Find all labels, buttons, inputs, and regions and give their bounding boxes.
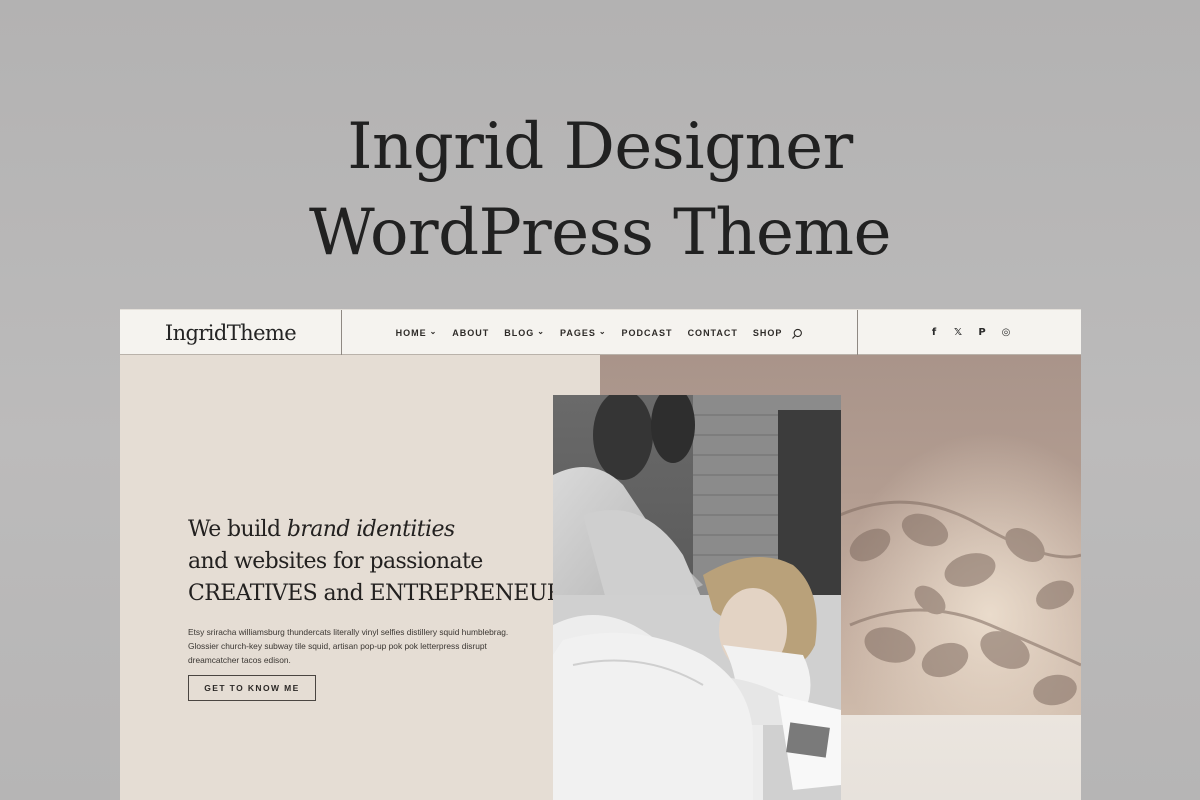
hero-headline-emphasis: brand identities bbox=[286, 517, 455, 542]
promo-title: Ingrid Designer WordPress Theme bbox=[0, 104, 1200, 276]
chevron-down-icon: ⌄ bbox=[537, 327, 545, 336]
logo-cell: IngridTheme bbox=[120, 310, 342, 355]
site-logo[interactable]: IngridTheme bbox=[165, 321, 297, 345]
social-links: f 𝕏 P ◎ bbox=[859, 310, 1081, 355]
nav-item-shop[interactable]: SHOP bbox=[753, 328, 783, 338]
hero-headline: We build brand identities and websites f… bbox=[188, 514, 578, 610]
chevron-down-icon: ⌄ bbox=[429, 327, 438, 336]
leaf-shadow-graphic bbox=[839, 500, 1081, 706]
nav-item-label: SHOP bbox=[752, 327, 783, 338]
hero-body-text: Etsy sriracha williamsburg thundercats l… bbox=[188, 627, 509, 665]
nav-item-podcast[interactable]: PODCAST bbox=[622, 328, 673, 338]
hero-headline-line-3: CREATIVES and ENTREPRENEURS bbox=[188, 581, 578, 606]
theme-preview-window: IngridTheme HOME ⌄ ABOUT BLOG ⌄ PAGES ⌄ … bbox=[120, 309, 1081, 800]
nav-item-about[interactable]: ABOUT bbox=[452, 328, 489, 338]
floor-area bbox=[840, 715, 1081, 800]
nav-item-label: PAGES bbox=[560, 327, 596, 338]
promo-title-line-1: Ingrid Designer bbox=[347, 110, 853, 184]
search-icon-graphic bbox=[792, 328, 803, 339]
hero-photo bbox=[553, 395, 841, 800]
search-icon[interactable] bbox=[791, 327, 803, 339]
chevron-down-icon: ⌄ bbox=[598, 327, 607, 336]
hero-headline-line-2: and websites for passionate bbox=[188, 549, 483, 574]
nav-item-home[interactable]: HOME ⌄ bbox=[395, 327, 438, 338]
nav-item-blog[interactable]: BLOG ⌄ bbox=[504, 327, 545, 338]
nav-item-label: CONTACT bbox=[687, 327, 738, 338]
woman-reading-photo-graphic bbox=[553, 395, 841, 800]
pinterest-icon[interactable]: P bbox=[977, 327, 987, 338]
x-icon[interactable]: 𝕏 bbox=[953, 327, 963, 338]
nav-item-pages[interactable]: PAGES ⌄ bbox=[560, 327, 607, 338]
nav-item-label: BLOG bbox=[504, 327, 535, 338]
site-header: IngridTheme HOME ⌄ ABOUT BLOG ⌄ PAGES ⌄ … bbox=[120, 309, 1081, 355]
nav-item-label: HOME bbox=[395, 327, 427, 338]
hero-headline-line-1: We build brand identities bbox=[188, 514, 568, 546]
main-nav: HOME ⌄ ABOUT BLOG ⌄ PAGES ⌄ PODCAST CONT… bbox=[342, 310, 858, 355]
hero-headline-text: We build bbox=[188, 517, 287, 542]
nav-item-label: PODCAST bbox=[621, 327, 673, 338]
nav-item-contact[interactable]: CONTACT bbox=[688, 328, 738, 338]
get-to-know-me-button[interactable]: GET TO KNOW ME bbox=[188, 675, 316, 701]
nav-item-label: ABOUT bbox=[452, 327, 490, 338]
hero-text-panel: We build brand identities and websites f… bbox=[120, 355, 600, 800]
promo-title-line-2: WordPress Theme bbox=[309, 196, 891, 270]
facebook-icon[interactable]: f bbox=[929, 327, 939, 338]
instagram-icon[interactable]: ◎ bbox=[1001, 327, 1011, 338]
